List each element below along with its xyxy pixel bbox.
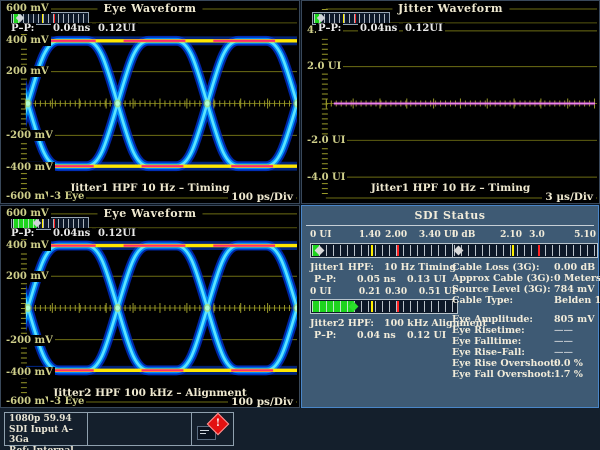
filter-label: Jitter1 HPF 10 Hz – Timing bbox=[366, 182, 535, 194]
warning-glyph: ! bbox=[211, 417, 225, 431]
limit-marker-red bbox=[54, 14, 55, 23]
status-row-label: Approx Cable (3G): bbox=[452, 273, 554, 284]
tile-title: Eye Waveform bbox=[97, 207, 202, 220]
eye-waveform-bottom-tile[interactable]: Eye Waveform P–P: 0.04ns 0.12UI 600 mV 4… bbox=[0, 205, 300, 408]
limit-marker-yellow bbox=[371, 301, 373, 312]
status-row-value: —— bbox=[554, 325, 573, 336]
eye-count-label: -3 Eye bbox=[48, 191, 86, 202]
status-row-value: 784 mV bbox=[554, 284, 595, 295]
panel-title: SDI Status bbox=[415, 209, 486, 222]
y-axis-label: -2.0 UI bbox=[305, 135, 347, 146]
input-info: 1080p 59.94 SDI Input A–3Ga Ref: Interna… bbox=[5, 413, 87, 445]
scale-per-div-label: 100 ps/Div bbox=[228, 396, 296, 408]
status-row-value: 0 Meters bbox=[554, 273, 600, 284]
jitter1-hpf-label: Jitter1 HPF: bbox=[310, 262, 374, 273]
limit-marker-yellow bbox=[371, 245, 373, 256]
y-axis-label: 600 mV bbox=[4, 208, 51, 219]
pp-ns-value: 0.04ns bbox=[51, 23, 92, 34]
jitter2-bar bbox=[310, 299, 458, 314]
pp-label: P–P: bbox=[316, 23, 343, 34]
pp-label: P–P: bbox=[9, 23, 36, 34]
limit-marker-yellow bbox=[42, 219, 43, 228]
y-axis-label: 200 mV bbox=[4, 271, 51, 282]
jitter-waveform-tile[interactable]: Jitter Waveform 4.0 UI P–P: 0.04ns 0.12U… bbox=[301, 0, 600, 204]
pp-ns-value: 0.05 ns bbox=[357, 274, 396, 285]
status-row-value: —— bbox=[554, 336, 573, 347]
status-row-value: 0.0 % bbox=[554, 358, 583, 369]
limit-marker-red bbox=[54, 219, 55, 228]
limit-marker-red bbox=[397, 301, 399, 312]
y-axis-label: -200 mV bbox=[4, 335, 55, 346]
status-row-label: Eye Falltime: bbox=[452, 336, 521, 347]
system-status-bar: 1080p 59.94 SDI Input A–3Ga Ref: Interna… bbox=[0, 408, 600, 450]
jitter1-hpf-value: 10 Hz Timing bbox=[384, 262, 456, 273]
limit-marker-yellow bbox=[343, 14, 344, 23]
pp-label: P–P: bbox=[314, 330, 336, 341]
input-label: SDI Input A–3Ga bbox=[9, 425, 83, 446]
pp-label: P–P: bbox=[9, 228, 36, 239]
y-axis-label: -4.0 UI bbox=[305, 172, 347, 183]
pp-readout: P–P: 0.04ns 0.12UI bbox=[1, 228, 299, 240]
jitter2-scale: 0 UI0.21 0.300.51 UI bbox=[310, 287, 456, 297]
status-row-label: Eye Rise–Fall: bbox=[452, 347, 525, 358]
scale-per-div-label: 100 ps/Div bbox=[228, 191, 296, 203]
status-row-value: 805 mV bbox=[554, 314, 595, 325]
empty-status-cell bbox=[87, 413, 192, 445]
pp-readout: P–P: 0.04ns 0.12UI bbox=[302, 23, 599, 35]
tile-title: Jitter Waveform bbox=[392, 2, 509, 15]
cable-loss-bar bbox=[452, 243, 598, 258]
pp-ui-value: 0.12UI bbox=[96, 23, 138, 34]
y-axis-label: 200 mV bbox=[4, 66, 51, 77]
y-axis-label: 600 mV bbox=[4, 3, 51, 14]
pp-ui-value: 0.12UI bbox=[96, 228, 138, 239]
status-row-label: Cable Loss (3G): bbox=[452, 262, 540, 273]
pp-ui-value: 0.13 UI bbox=[407, 274, 446, 285]
status-row-value: 0.00 dB bbox=[554, 262, 595, 273]
jitter2-hpf-label: Jitter2 HPF: bbox=[310, 318, 374, 329]
pp-ns-value: 0.04 ns bbox=[357, 330, 396, 341]
scale-per-div-label: 3 µs/Div bbox=[542, 191, 596, 203]
status-row-value: Belden 1694A bbox=[554, 295, 600, 306]
status-row-label: Eye Rise Overshoot: bbox=[452, 358, 558, 369]
status-row-value: 1.7 % bbox=[554, 369, 583, 380]
limit-marker-yellow bbox=[512, 245, 514, 256]
status-row-label: Eye Risetime: bbox=[452, 325, 525, 336]
title-divider bbox=[306, 225, 594, 226]
y-axis-label: -400 mV bbox=[4, 162, 55, 173]
y-axis-label: 400 mV bbox=[4, 240, 51, 251]
pp-label: P–P: bbox=[314, 274, 336, 285]
limit-marker-yellow bbox=[42, 14, 43, 23]
sdi-status-tile[interactable]: SDI Status 0 UI1.40 2.003.40 UI Jitter1 … bbox=[301, 205, 599, 408]
pp-ui-value: 0.12 UI bbox=[407, 330, 446, 341]
pp-ui-value: 0.12UI bbox=[403, 23, 445, 34]
eye-waveform-top-tile[interactable]: Eye Waveform P–P: 0.04ns 0.12UI 600 mV 4… bbox=[0, 0, 300, 204]
pp-ns-value: 0.04ns bbox=[51, 228, 92, 239]
filter-label: Jitter1 HPF 10 Hz – Timing bbox=[65, 182, 234, 194]
format-label: 1080p 59.94 bbox=[9, 414, 83, 425]
tile-title: Eye Waveform bbox=[97, 2, 202, 15]
status-row-value: —— bbox=[554, 347, 573, 358]
limit-marker-red bbox=[538, 245, 540, 256]
y-axis-label: 2.0 UI bbox=[305, 61, 343, 72]
y-axis-label: -400 mV bbox=[4, 367, 55, 378]
limit-marker-red bbox=[397, 245, 399, 256]
cable-loss-scale: 0 dB2.10 3.05.10 bbox=[452, 230, 596, 240]
ref-label: Ref: Internal bbox=[9, 446, 83, 450]
y-axis-label: -200 mV bbox=[4, 130, 55, 141]
wfm-screen: Eye Waveform P–P: 0.04ns 0.12UI 600 mV 4… bbox=[0, 0, 600, 450]
status-row-label: Cable Type: bbox=[452, 295, 513, 306]
jitter1-scale: 0 UI1.40 2.003.40 UI bbox=[310, 230, 456, 240]
input-status-box: 1080p 59.94 SDI Input A–3Ga Ref: Interna… bbox=[4, 412, 234, 446]
alarm-status-cell[interactable]: ! bbox=[192, 413, 233, 445]
pp-ns-value: 0.04ns bbox=[358, 23, 399, 34]
y-axis-label: 400 mV bbox=[4, 35, 51, 46]
status-row-label: Eye Fall Overshoot: bbox=[452, 369, 555, 380]
jitter1-bar bbox=[310, 243, 458, 258]
pp-readout: P–P: 0.04ns 0.12UI bbox=[1, 23, 299, 35]
status-row-label: Source Level (3G): bbox=[452, 284, 551, 295]
status-row-label: Eye Amplitude: bbox=[452, 314, 533, 325]
eye-count-label: -3 Eye bbox=[48, 396, 86, 407]
limit-marker-red bbox=[355, 14, 356, 23]
